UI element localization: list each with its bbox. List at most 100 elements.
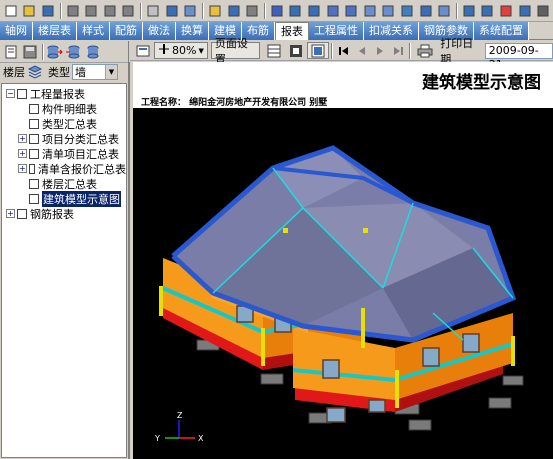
tree-checkbox[interactable]	[29, 103, 39, 114]
toolbar-separator	[456, 2, 459, 19]
footing	[502, 375, 524, 386]
stair-icon[interactable]	[361, 2, 379, 20]
door-icon[interactable]	[380, 2, 398, 20]
save-report-icon[interactable]	[21, 43, 39, 61]
frame-icon[interactable]	[285, 42, 307, 59]
tree-item-label: 建筑模型示意图	[42, 190, 121, 207]
tree-item[interactable]: + 钢筋报表	[2, 206, 126, 221]
print-icon[interactable]	[413, 42, 437, 59]
fit-page-icon[interactable]	[307, 42, 330, 59]
tree-item-label: 清单含报价汇总表	[38, 162, 126, 176]
report-canvas: 建筑模型示意图 工程名称： 绵阳金河房地产开发有限公司 别墅 Z X Y	[133, 62, 553, 459]
tab-10[interactable]: 扣减关系	[364, 22, 419, 40]
toolbar-separator	[331, 42, 334, 59]
db-export-icon[interactable]	[46, 43, 64, 61]
wall-icon[interactable]	[324, 2, 342, 20]
grid2-icon[interactable]	[225, 2, 243, 20]
table-icon[interactable]	[144, 2, 162, 20]
layers-icon[interactable]	[181, 2, 199, 20]
print-date-field[interactable]: 2009-09-21	[484, 42, 553, 71]
paint-icon[interactable]	[497, 2, 515, 20]
tab-3[interactable]: 配筋	[110, 22, 143, 40]
page-setup-button[interactable]: 页面设置	[210, 37, 261, 66]
new-report-icon[interactable]	[2, 43, 20, 61]
zoom-value: 80%	[172, 44, 197, 57]
tree-item-label: 项目分类汇总表	[42, 132, 119, 146]
report-tree: − 工程量报表 构件明细表 类型汇总表 + 项目分类汇总表 + 清单项目汇总表 + 清单含报价汇总…	[1, 83, 127, 458]
slab-icon[interactable]	[342, 2, 360, 20]
db-sync-icon[interactable]	[84, 43, 102, 61]
tree-item[interactable]: + 清单含报价汇总表	[2, 161, 126, 176]
delete-icon[interactable]	[120, 2, 138, 20]
new-file-icon[interactable]	[2, 2, 20, 20]
type-select[interactable]: 墙 ▼	[72, 64, 118, 80]
tree-checkbox[interactable]	[29, 118, 39, 129]
tab-2[interactable]: 样式	[77, 22, 110, 40]
report-title: 建筑模型示意图	[422, 73, 541, 93]
beam-icon[interactable]	[287, 2, 305, 20]
project-name: 工程名称： 绵阳金河房地产开发有限公司 别墅	[141, 98, 328, 108]
square-icon[interactable]	[243, 2, 261, 20]
export-excel-icon[interactable]	[263, 42, 285, 59]
roof-icon[interactable]	[417, 2, 435, 20]
expand-icon[interactable]: +	[18, 164, 27, 173]
layers-icon[interactable]	[27, 63, 43, 81]
save-icon[interactable]	[39, 2, 57, 20]
tree-checkbox[interactable]	[29, 193, 39, 204]
window-icon[interactable]	[398, 2, 416, 20]
tree-checkbox[interactable]	[17, 208, 27, 219]
tree-item[interactable]: + 项目分类汇总表	[2, 131, 126, 146]
expand-icon[interactable]: +	[18, 134, 27, 143]
column-icon[interactable]	[305, 2, 323, 20]
tree-item[interactable]: 建筑模型示意图	[2, 190, 126, 207]
grid-icon[interactable]	[163, 2, 181, 20]
tree-item[interactable]: 类型汇总表	[2, 116, 126, 131]
wand-icon[interactable]	[206, 2, 224, 20]
tree-checkbox[interactable]	[17, 88, 27, 99]
tree-checkbox[interactable]	[29, 133, 39, 144]
building-model-view[interactable]: Z X Y	[133, 108, 553, 459]
expand-icon[interactable]: +	[6, 209, 15, 218]
tree-item-label: 类型汇总表	[42, 117, 97, 131]
tab-9[interactable]: 工程属性	[309, 22, 364, 40]
main-toolbar	[0, 0, 553, 22]
collapse-icon[interactable]: −	[6, 89, 15, 98]
zoom-dropdown[interactable]: 80% ▼	[154, 42, 208, 59]
tab-0[interactable]: 轴网	[0, 22, 33, 40]
tree-item[interactable]: 构件明细表	[2, 101, 126, 116]
last-page-icon[interactable]	[389, 42, 407, 59]
tree-checkbox[interactable]	[28, 163, 35, 174]
toolbar-separator	[409, 42, 412, 59]
tree-checkbox[interactable]	[29, 178, 39, 189]
tree-item-label: 工程量报表	[30, 87, 85, 101]
open-folder-icon[interactable]	[21, 2, 39, 20]
next-page-icon[interactable]	[371, 42, 389, 59]
tree-item[interactable]: 楼层汇总表	[2, 176, 126, 191]
axis-y-label: Y	[154, 434, 160, 443]
tree-checkbox[interactable]	[29, 148, 39, 159]
tab-12[interactable]: 系统配置	[474, 22, 529, 40]
prev-page-icon[interactable]	[353, 42, 371, 59]
report-toolbar: 80% ▼ 页面设置 打印日期 2009-09-21	[130, 37, 553, 71]
expand-icon[interactable]: +	[18, 149, 27, 158]
tab-1[interactable]: 楼层表	[33, 22, 77, 40]
tab-8[interactable]: 报表	[275, 22, 309, 40]
tab-4[interactable]: 做法	[143, 22, 176, 40]
chevron-down-icon[interactable]: ▼	[105, 65, 117, 79]
report-icon[interactable]	[534, 2, 552, 20]
paste-icon[interactable]	[101, 2, 119, 20]
page-setup-icon[interactable]	[132, 42, 154, 59]
nav-icon[interactable]	[268, 2, 286, 20]
copy-icon[interactable]	[82, 2, 100, 20]
tree-item[interactable]: + 清单项目汇总表	[2, 146, 126, 161]
tree-item[interactable]: − 工程量报表	[2, 86, 126, 101]
rebar-icon[interactable]	[435, 2, 453, 20]
calc-icon[interactable]	[479, 2, 497, 20]
cut-icon[interactable]	[64, 2, 82, 20]
first-page-icon[interactable]	[335, 42, 353, 59]
db-import-icon[interactable]	[65, 43, 83, 61]
tool-icon[interactable]	[460, 2, 478, 20]
tree-item-label: 钢筋报表	[30, 207, 74, 221]
eraser-icon[interactable]	[516, 2, 534, 20]
tab-5[interactable]: 换算	[176, 22, 209, 40]
